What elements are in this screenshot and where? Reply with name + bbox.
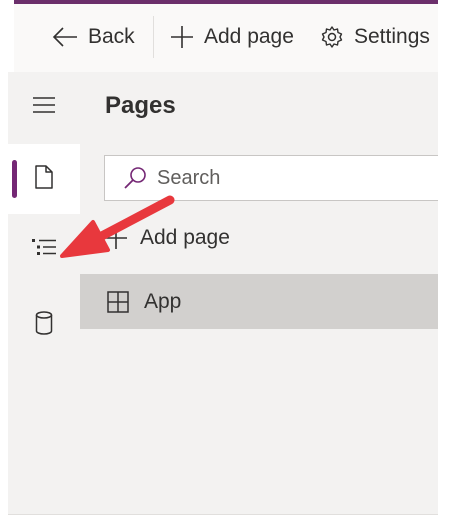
page-icon xyxy=(34,164,54,194)
rail-item-tree-view[interactable] xyxy=(8,214,80,284)
settings-label: Settings xyxy=(354,25,430,48)
page-item-app[interactable]: App xyxy=(80,274,438,329)
settings-button[interactable]: Settings xyxy=(320,22,430,52)
back-arrow-icon xyxy=(52,26,78,48)
search-input[interactable] xyxy=(155,165,419,191)
app-window: Back Add page Settings Pages Search Add … xyxy=(0,0,450,519)
page-item-label: App xyxy=(144,289,182,313)
data-cylinder-icon xyxy=(35,310,53,340)
active-indicator xyxy=(12,160,17,198)
search-box[interactable] xyxy=(104,155,438,201)
add-page-item[interactable]: Add page xyxy=(104,220,230,256)
add-page-label: Add page xyxy=(140,226,230,249)
add-page-label: Add page xyxy=(204,25,294,48)
plus-icon xyxy=(104,226,128,250)
command-bar-separator xyxy=(153,16,154,58)
back-button[interactable]: Back xyxy=(52,22,135,52)
add-page-button[interactable]: Add page xyxy=(170,22,294,52)
menu-toggle-button[interactable] xyxy=(8,72,80,142)
gear-icon xyxy=(320,25,344,49)
back-label: Back xyxy=(88,25,135,48)
pane-title: Pages xyxy=(105,92,176,119)
plus-icon xyxy=(170,25,194,49)
command-bar: Back Add page Settings xyxy=(14,4,438,73)
app-layout-icon xyxy=(106,290,130,314)
pages-pane: Pages Add page App xyxy=(80,72,438,514)
tree-view-icon xyxy=(31,237,57,262)
left-rail xyxy=(8,72,80,514)
rail-item-pages[interactable] xyxy=(8,144,80,214)
bottom-border xyxy=(8,514,438,515)
rail-item-data[interactable] xyxy=(8,290,80,360)
search-icon xyxy=(123,166,147,190)
hamburger-menu-icon xyxy=(32,96,56,119)
